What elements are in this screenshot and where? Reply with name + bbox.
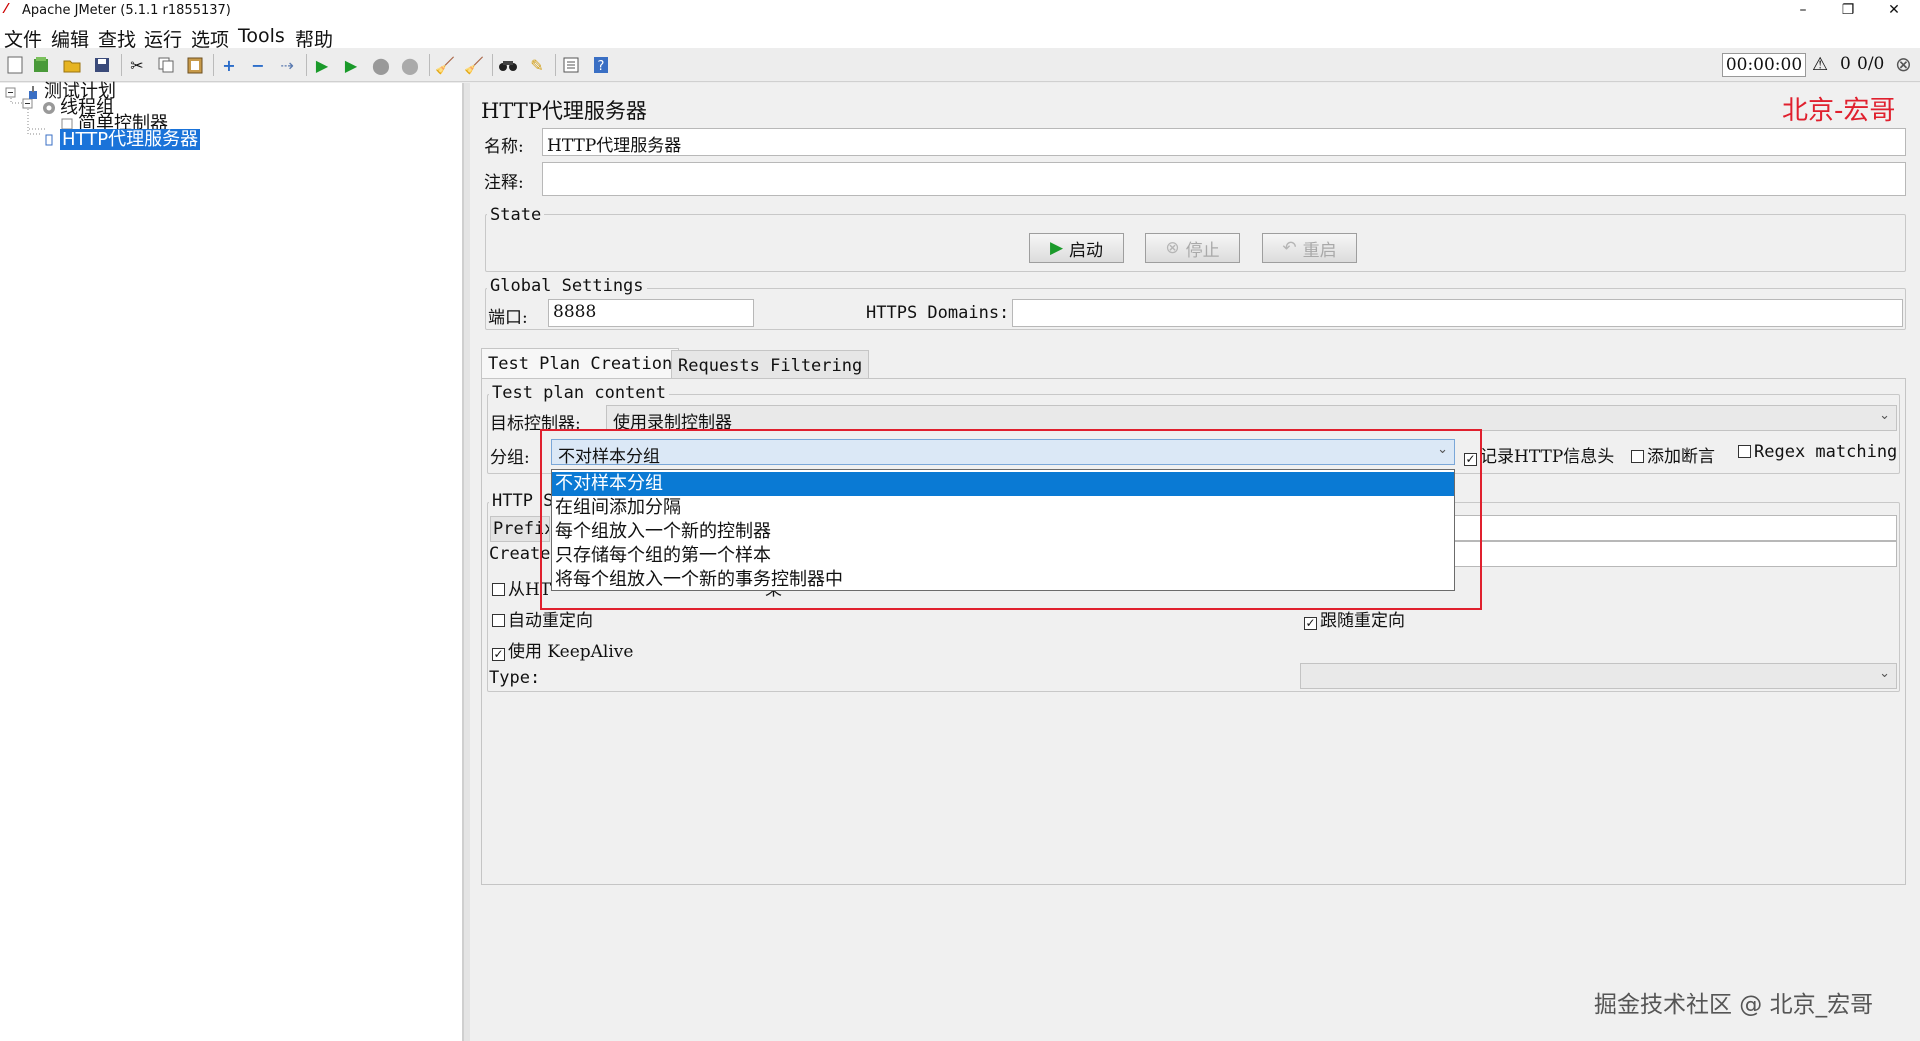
toolbar-separator (555, 54, 556, 76)
add-assertions-label: 添加断言 (1647, 447, 1715, 467)
page-title: HTTP代理服务器 (481, 99, 647, 123)
checkbox-icon (1631, 450, 1644, 463)
clear-all-icon[interactable]: 🧹 (463, 54, 485, 76)
tree-node-label: HTTP代理服务器 (60, 129, 201, 150)
templates-icon[interactable] (30, 54, 52, 76)
name-label: 名称: (484, 137, 524, 157)
https-domains-field[interactable] (1012, 299, 1903, 327)
paste-icon[interactable] (184, 54, 206, 76)
stop-button[interactable]: ⊗ 停止 (1145, 233, 1240, 263)
keepalive-checkbox[interactable]: ✓ 使用 KeepAlive (492, 637, 633, 662)
prefix-field[interactable] (1450, 515, 1897, 541)
gear-icon (43, 102, 55, 114)
state-legend: State (487, 205, 545, 225)
restart-label: 重启 (1302, 240, 1337, 261)
remote-status-icon[interactable]: ⊗ (1895, 52, 1912, 76)
reset-search-icon[interactable]: ✎ (526, 54, 548, 76)
function-helper-icon[interactable] (560, 54, 582, 76)
regex-matching-checkbox[interactable]: Regex matching (1738, 442, 1897, 462)
tree-node-http-proxy[interactable]: HTTP代理服务器 (42, 129, 201, 150)
start-button[interactable]: ▶ 启动 (1029, 233, 1124, 263)
checkbox-icon (492, 583, 505, 596)
port-field[interactable]: 8888 (548, 299, 754, 327)
stop-icon: ⊗ (1165, 238, 1180, 258)
toolbar-separator (121, 54, 122, 76)
port-label: 端口: (488, 308, 528, 328)
menu-bar: 文件 编辑 查找 运行 选项 Tools 帮助 (0, 22, 1920, 51)
watermark-top: 北京-宏哥 (1782, 96, 1896, 126)
copy-icon[interactable] (155, 54, 177, 76)
record-headers-label: 记录HTTP信息头 (1480, 447, 1615, 467)
create-field[interactable] (1450, 541, 1897, 567)
comment-field[interactable] (542, 162, 1906, 196)
follow-redirect-label: 跟随重定向 (1320, 611, 1405, 631)
stop-label: 停止 (1185, 240, 1220, 261)
open-icon[interactable] (61, 54, 83, 76)
checkbox-checked-icon: ✓ (492, 647, 505, 661)
test-plan-content-legend: Test plan content (489, 383, 669, 403)
proxy-icon (45, 134, 53, 146)
global-settings-legend: Global Settings (487, 276, 647, 296)
restart-icon: ↶ (1282, 238, 1297, 258)
minimize-button[interactable]: – (1783, 0, 1823, 20)
watermark-bottom: 掘金技术社区 @ 北京_宏哥 (1594, 992, 1874, 1018)
test-plan-tree: 测试计划 线程组 简单控制器 HTTP代理服务器 (0, 83, 464, 1041)
toolbar-separator (429, 54, 430, 76)
checkbox-checked-icon: ✓ (1304, 616, 1317, 630)
collapse-icon[interactable]: − (247, 54, 269, 76)
search-icon[interactable] (497, 54, 519, 76)
start-icon[interactable]: ▶ (311, 54, 333, 76)
checkbox-icon (1738, 445, 1751, 458)
start-no-pause-icon[interactable]: ▶ (340, 54, 362, 76)
toolbar-separator (492, 54, 493, 76)
comment-label: 注释: (484, 173, 524, 193)
warning-count: 0 (1840, 54, 1851, 74)
add-assertions-checkbox[interactable]: 添加断言 (1631, 442, 1715, 467)
close-button[interactable]: ✕ (1874, 0, 1914, 20)
grouping-label: 分组: (490, 448, 530, 468)
checkbox-icon (492, 614, 505, 627)
chevron-down-icon: ⌄ (1879, 666, 1890, 681)
window-title: Apache JMeter (5.1.1 r1855137) (22, 3, 231, 18)
save-icon[interactable] (91, 54, 113, 76)
toolbar: ✂ + − ⇢ ▶ ▶ ⬤ ⬤ 🧹 🧹 ✎ ? 00:00:00 ⚠ 0 0/0… (0, 48, 1920, 82)
toolbar-separator (213, 54, 214, 76)
title-bar: ⁄ Apache JMeter (5.1.1 r1855137) – ❐ ✕ (0, 0, 1920, 22)
https-domains-label: HTTPS Domains: (866, 303, 1010, 323)
type-label: Type: (489, 668, 541, 688)
elapsed-time: 00:00:00 (1722, 53, 1806, 77)
type-select[interactable]: ⌄ (1300, 663, 1897, 689)
jmeter-logo-icon: ⁄ (5, 2, 8, 17)
keepalive-label: 使用 KeepAlive (508, 642, 634, 662)
shutdown-icon[interactable]: ⬤ (399, 54, 421, 76)
name-field[interactable]: HTTP代理服务器 (542, 128, 1906, 156)
warning-icon[interactable]: ⚠ (1812, 54, 1828, 75)
tab-requests-filtering[interactable]: Requests Filtering (671, 350, 870, 380)
target-controller-select[interactable]: 使用录制控制器 ⌄ (606, 405, 1897, 433)
cut-icon[interactable]: ✂ (126, 54, 148, 76)
annotation-highlight-box (540, 429, 1482, 610)
play-icon: ▶ (1049, 238, 1064, 258)
chevron-down-icon: ⌄ (1879, 408, 1890, 423)
test-plan-icon (29, 86, 37, 99)
expand-icon[interactable]: + (218, 54, 240, 76)
record-headers-checkbox[interactable]: ✓ 记录HTTP信息头 (1464, 442, 1614, 467)
clear-icon[interactable]: 🧹 (434, 54, 456, 76)
new-icon[interactable] (4, 54, 26, 76)
start-label: 启动 (1069, 240, 1104, 261)
menu-tools[interactable]: Tools (238, 25, 285, 47)
toggle-icon[interactable]: ⇢ (276, 54, 298, 76)
restart-button[interactable]: ↶ 重启 (1262, 233, 1357, 263)
auto-redirect-label: 自动重定向 (508, 611, 593, 631)
restore-button[interactable]: ❐ (1828, 0, 1868, 20)
tab-test-plan-creation[interactable]: Test Plan Creation (481, 348, 680, 378)
toolbar-separator (306, 54, 307, 76)
stop-icon[interactable]: ⬤ (370, 54, 392, 76)
thread-ratio: 0/0 (1857, 54, 1885, 74)
svg-text:?: ? (598, 59, 605, 74)
regex-matching-label: Regex matching (1754, 442, 1898, 462)
help-icon[interactable]: ? (590, 54, 612, 76)
